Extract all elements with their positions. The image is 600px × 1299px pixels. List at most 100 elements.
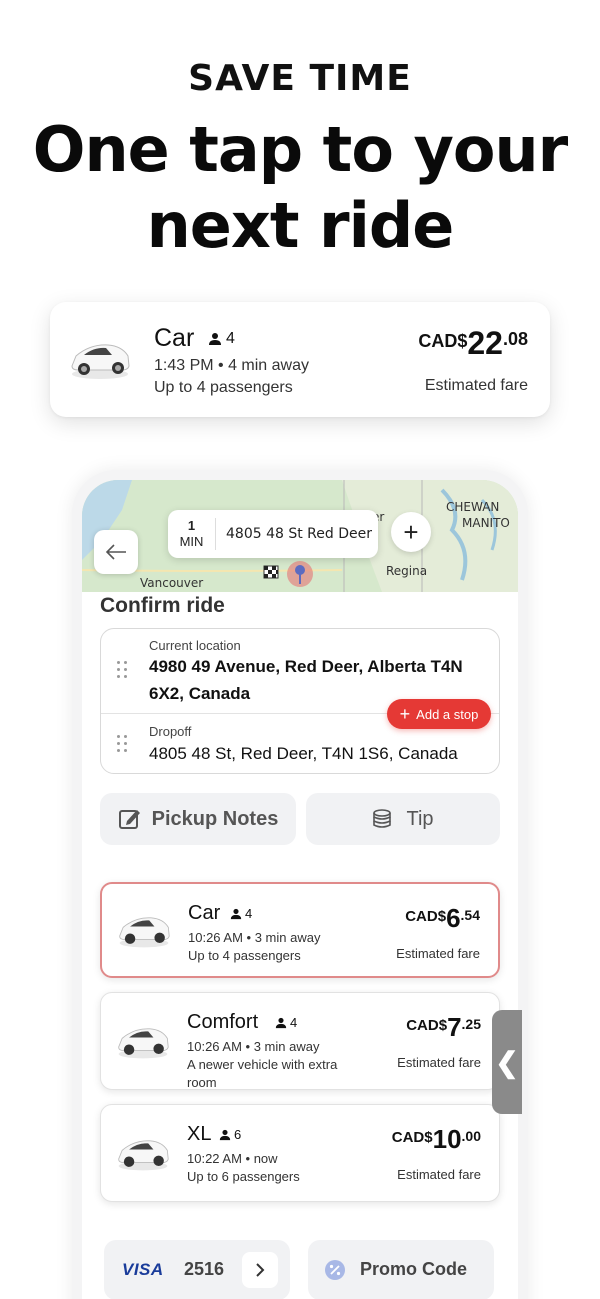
ride-eta: 1:43 PM • 4 min away <box>154 357 309 374</box>
promo-code-label: Promo Code <box>360 1259 468 1279</box>
visa-logo: VISA <box>122 1260 164 1279</box>
ride-eta: 10:26 AM • 3 min away <box>188 930 321 945</box>
ride-option-xl[interactable]: XL 6 10:22 AM • now Up to 6 passengers C… <box>100 1104 500 1202</box>
card-last4: 2516 <box>184 1259 225 1279</box>
pickup-notes-label: Pickup Notes <box>151 807 279 830</box>
dropoff-address[interactable]: 4805 48 St, Red Deer, T4N 1S6, Canada <box>149 740 458 767</box>
car-icon <box>71 344 130 379</box>
confirm-ride-title: Confirm ride <box>100 594 225 617</box>
featured-fare-card: Car 4 1:43 PM • 4 min away Up to 4 passe… <box>50 302 550 417</box>
currency: CAD$ <box>391 1129 433 1146</box>
chevron-left-icon: ❮ <box>495 1046 519 1078</box>
map-label-vancouver: Vancouver <box>140 576 204 590</box>
arrow-left-icon <box>105 544 126 560</box>
fare-price: CAD$ 10 .00 <box>392 1125 481 1153</box>
price-main: 22 <box>467 325 503 361</box>
price-main: 7 <box>447 1012 462 1042</box>
map-label-regina: Regina <box>386 564 428 578</box>
ride-name: Car <box>154 324 195 352</box>
hero-title-line1: One tap to your <box>32 113 568 186</box>
car-icon <box>118 1140 169 1171</box>
ride-option-comfort[interactable]: Comfort 4 10:26 AM • 3 min away A newer … <box>100 992 500 1090</box>
ride-name: XL <box>187 1123 212 1145</box>
plus-icon: + <box>399 704 411 724</box>
eta-pill[interactable]: 1 MIN 4805 48 St Red Deer <box>168 510 378 558</box>
zoom-in-button[interactable]: + <box>391 512 431 552</box>
fare-label: Estimated fare <box>424 377 528 394</box>
edit-note-icon <box>118 810 140 829</box>
car-icon <box>118 1028 169 1059</box>
eta-value: 1 <box>187 518 196 533</box>
person-icon <box>230 908 242 919</box>
map-label-manitoba: MANITO <box>462 516 510 530</box>
price-main: 6 <box>446 903 461 933</box>
eta-unit: MIN <box>179 534 204 549</box>
price-cents: .25 <box>461 1016 481 1032</box>
fare-label: Estimated fare <box>397 1055 481 1070</box>
person-icon <box>209 333 221 345</box>
phone-frame: CHEWAN MANITO Regina Vancouver er 1 MIN … <box>72 470 528 1299</box>
payment-method-button[interactable]: VISA 2516 <box>104 1240 290 1299</box>
ride-capacity: Up to 4 passengers <box>188 948 301 963</box>
price-cents: .08 <box>502 329 528 349</box>
ride-capacity: Up to 6 passengers <box>187 1169 300 1184</box>
eta-address: 4805 48 St Red Deer <box>226 526 372 542</box>
fare-price: CAD$ 7 .25 <box>406 1013 481 1041</box>
seat-count-value: 4 <box>290 1015 298 1030</box>
ride-eta: 10:26 AM • 3 min away <box>187 1039 320 1054</box>
fare-label: Estimated fare <box>396 946 480 961</box>
seat-count: 4 <box>275 1015 297 1030</box>
seat-count: 4 <box>208 330 235 348</box>
price-main: 10 <box>432 1124 462 1154</box>
seat-count-value: 6 <box>234 1127 242 1142</box>
seat-count-value: 4 <box>245 906 253 921</box>
coins-icon <box>373 809 392 828</box>
seat-count: 6 <box>219 1127 241 1142</box>
tip-label: Tip <box>406 807 434 830</box>
tip-button[interactable]: Tip <box>306 793 500 845</box>
seat-count-value: 4 <box>226 330 235 347</box>
seat-count: 4 <box>230 906 252 921</box>
add-stop-label: Add a stop <box>416 706 479 722</box>
dropoff-label: Dropoff <box>149 724 192 739</box>
ride-description-cont: room <box>187 1075 217 1090</box>
drag-handle-icon[interactable] <box>117 735 131 755</box>
back-button[interactable] <box>94 530 138 574</box>
ride-eta: 10:22 AM • now <box>187 1151 278 1166</box>
phone-screen: CHEWAN MANITO Regina Vancouver er 1 MIN … <box>82 480 518 1299</box>
chevron-right-icon[interactable] <box>242 1252 278 1288</box>
pickup-label: Current location <box>149 638 241 653</box>
add-stop-button[interactable]: + Add a stop <box>387 699 491 729</box>
price-cents: .00 <box>461 1128 481 1144</box>
person-icon <box>219 1129 231 1140</box>
currency: CAD$ <box>418 331 468 351</box>
price-cents: .54 <box>460 907 480 923</box>
promo-code-button[interactable]: Promo Code <box>308 1240 494 1299</box>
hero-kicker: SAVE TIME <box>188 58 412 99</box>
route-card: Current location 4980 49 Avenue, Red Dee… <box>100 628 500 774</box>
ride-name: Car <box>188 902 221 924</box>
pickup-notes-button[interactable]: Pickup Notes <box>100 793 296 845</box>
hero-title: One tap to your next ride <box>0 112 600 264</box>
currency: CAD$ <box>405 908 447 925</box>
pickup-address-line1[interactable]: 4980 49 Avenue, Red Deer, Alberta T4N <box>149 653 463 680</box>
location-pin-icon <box>287 561 313 587</box>
hero-title-line2: next ride <box>146 189 455 262</box>
fare-price: CAD$ 22 .08 <box>418 326 528 360</box>
destination-flag-icon <box>263 565 279 579</box>
ride-description: A newer vehicle with extra <box>187 1057 338 1072</box>
fare-price: CAD$ 6 .54 <box>405 904 480 932</box>
map[interactable]: CHEWAN MANITO Regina Vancouver er 1 MIN … <box>82 480 518 592</box>
car-icon <box>119 917 170 948</box>
drag-handle-icon[interactable] <box>117 661 131 681</box>
pickup-address-line2[interactable]: 6X2, Canada <box>149 680 250 707</box>
discount-badge-icon <box>325 1260 345 1280</box>
fare-label: Estimated fare <box>397 1167 481 1182</box>
ride-name: Comfort <box>187 1011 259 1033</box>
ride-option-car[interactable]: Car 4 10:26 AM • 3 min away Up to 4 pass… <box>100 882 500 978</box>
eta-badge: 1 MIN <box>168 518 216 550</box>
ride-capacity: Up to 4 passengers <box>154 379 293 396</box>
currency: CAD$ <box>406 1017 448 1034</box>
side-drawer-handle[interactable]: ❮ <box>492 1010 522 1114</box>
map-label-sask: CHEWAN <box>446 500 500 514</box>
